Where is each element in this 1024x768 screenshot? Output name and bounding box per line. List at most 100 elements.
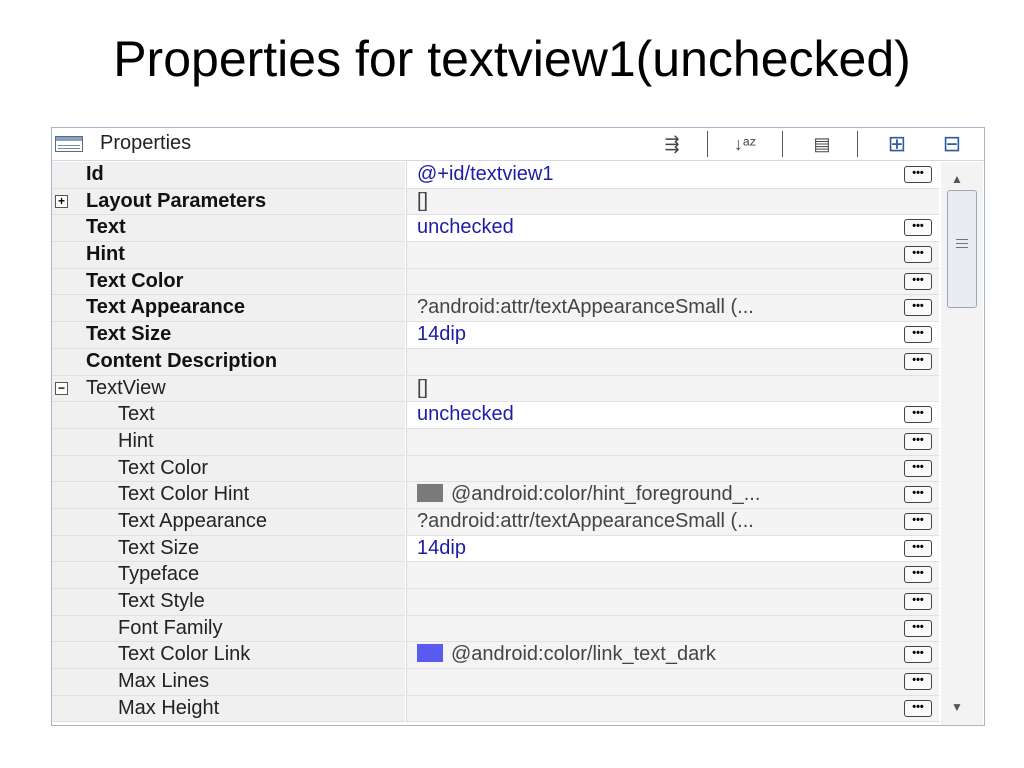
property-name: Text Appearance [52,508,405,536]
property-row-text-style[interactable]: Text Style ••• [52,589,984,616]
property-row-text-appearance[interactable]: Text Appearance ?android:attr/textAppear… [52,295,984,323]
ellipsis-button[interactable]: ••• [904,459,932,477]
toolbar-separator [707,131,708,157]
property-value[interactable] [406,695,939,723]
property-value[interactable] [406,242,939,269]
property-name: Text Color Link [52,642,405,670]
scroll-down-icon[interactable]: ▼ [951,700,963,714]
property-value[interactable]: 14dip [406,322,939,349]
property-name: Text Size [52,322,405,349]
property-row-hint[interactable]: Hint ••• [52,242,984,269]
ellipsis-button[interactable]: ••• [904,539,932,557]
property-row-text-color-hint[interactable]: Text Color Hint @android:color/hint_fore… [52,482,984,509]
grip-icon [956,239,968,240]
category-row-textview[interactable]: TextView − [] [52,375,984,403]
property-value[interactable]: @android:color/hint_foreground_... [406,482,939,509]
property-row-text[interactable]: Text unchecked ••• [52,402,984,429]
property-value[interactable]: ?android:attr/textAppearanceSmall (... [406,295,939,323]
property-row-font-family[interactable]: Font Family ••• [52,615,984,643]
property-name: Font Family [52,615,405,643]
ellipsis-button[interactable]: ••• [904,673,932,691]
property-name: Text Color [52,455,405,483]
property-value[interactable]: unchecked [406,215,939,243]
property-value-text: @android:color/hint_foreground_... [451,483,761,506]
ellipsis-button[interactable]: ••• [904,352,932,370]
property-row-text[interactable]: Text unchecked ••• [52,215,984,243]
ellipsis-button[interactable]: ••• [904,219,932,237]
ellipsis-button[interactable]: ••• [904,246,932,264]
ellipsis-button[interactable]: ••• [904,699,932,717]
show-advanced-icon[interactable]: ⇶ [652,131,692,157]
collapse-icon[interactable]: − [55,381,68,395]
property-row-text-color[interactable]: Text Color ••• [52,268,984,296]
ellipsis-button[interactable]: ••• [904,166,932,183]
property-value[interactable] [406,455,939,483]
expand-icon[interactable]: + [55,194,68,208]
property-value[interactable]: @android:color/link_text_dark [406,642,939,670]
property-row-max-lines[interactable]: Max Lines ••• [52,669,984,696]
ellipsis-button[interactable]: ••• [904,406,932,424]
property-name: Text [52,402,405,429]
ellipsis-button[interactable]: ••• [904,486,932,504]
property-row-hint[interactable]: Hint ••• [52,428,984,456]
property-value[interactable] [406,669,939,696]
toolbar-separator [782,131,783,157]
property-name: Id [52,162,405,189]
property-row-text-color[interactable]: Text Color ••• [52,455,984,483]
property-name: Text Color [52,268,405,296]
property-grid: Id @+id/textview1 ••• Layout Parameters … [52,162,984,723]
ellipsis-button[interactable]: ••• [904,272,932,290]
property-name: Max Lines [52,669,405,696]
property-name: Hint [52,428,405,456]
property-value[interactable]: @+id/textview1 [406,162,939,189]
property-value[interactable] [406,428,939,456]
ellipsis-button[interactable]: ••• [904,326,932,344]
sort-alphabetical-icon[interactable]: ↓ᵃᶻ [722,131,768,157]
category-name: TextView [52,375,405,403]
toolbar-separator [857,131,858,157]
ellipsis-button[interactable]: ••• [904,566,932,584]
property-value[interactable] [406,615,939,643]
ellipsis-button[interactable]: ••• [904,646,932,664]
property-row-content-description[interactable]: Content Description ••• [52,348,984,376]
property-name: Text [52,215,405,243]
property-row-id[interactable]: Id @+id/textview1 ••• [52,162,984,189]
property-value[interactable] [406,562,939,589]
property-value[interactable]: unchecked [406,402,939,429]
property-row-max-height[interactable]: Max Height ••• [52,695,984,723]
expand-all-icon[interactable]: ⊞ [877,131,917,157]
property-value[interactable]: [] [406,188,939,216]
ellipsis-button[interactable]: ••• [904,512,932,530]
panel-title: Properties [100,132,192,154]
property-value[interactable]: 14dip [406,535,939,563]
property-row-text-appearance[interactable]: Text Appearance ?android:attr/textAppear… [52,508,984,536]
scroll-up-icon[interactable]: ▲ [951,172,963,186]
scrollbar-thumb[interactable] [947,190,977,308]
property-name: Hint [52,242,405,269]
panel-header: Properties ⇶ ↓ᵃᶻ ▤ ⊞ ⊟ [52,128,984,161]
property-row-typeface[interactable]: Typeface ••• [52,562,984,589]
property-row-text-color-link[interactable]: Text Color Link @android:color/link_text… [52,642,984,670]
vertical-scrollbar[interactable]: ▲ ▼ [941,162,983,725]
property-name: Text Appearance [52,295,405,323]
property-name: Layout Parameters [52,188,405,216]
ellipsis-button[interactable]: ••• [904,593,932,610]
ellipsis-button[interactable]: ••• [904,299,932,317]
property-row-text-size[interactable]: Text Size 14dip ••• [52,322,984,349]
property-name: Typeface [52,562,405,589]
color-swatch [417,644,443,663]
restore-defaults-icon[interactable]: ▤ [802,131,842,157]
ellipsis-button[interactable]: ••• [904,619,932,637]
property-value[interactable]: ?android:attr/textAppearanceSmall (... [406,508,939,536]
property-name: Text Size [52,535,405,563]
property-row-layout-parameters[interactable]: Layout Parameters + [] [52,188,984,216]
property-name: Max Height [52,695,405,723]
property-value[interactable] [406,348,939,376]
property-value[interactable]: [] [406,375,939,403]
property-row-text-size[interactable]: Text Size 14dip ••• [52,535,984,563]
ellipsis-button[interactable]: ••• [904,432,932,450]
property-value[interactable] [406,268,939,296]
color-swatch [417,484,443,503]
property-value[interactable] [406,589,939,616]
collapse-all-icon[interactable]: ⊟ [932,131,972,157]
